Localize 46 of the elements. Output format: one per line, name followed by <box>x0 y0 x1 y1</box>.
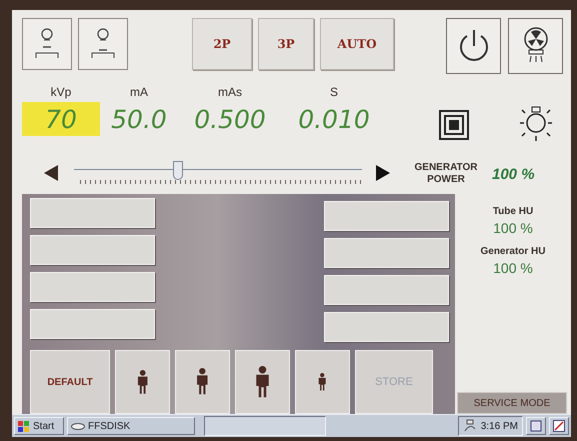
mode-button[interactable]: AUTO <box>320 18 394 70</box>
person-icon <box>136 370 148 394</box>
table-up-button[interactable] <box>22 18 72 70</box>
status-label: Tube HU <box>492 206 534 217</box>
parameter-value[interactable]: 0.500 <box>178 102 282 136</box>
clock: 3:16 PM <box>480 420 518 432</box>
window-icon <box>530 420 542 432</box>
mode-button[interactable]: 2P <box>192 18 252 70</box>
table-icon <box>89 27 117 61</box>
service-mode-button[interactable]: SERVICE MODE <box>457 392 567 414</box>
desktop-button[interactable] <box>526 417 546 435</box>
parameter-label: S <box>330 84 338 101</box>
keyboard-button[interactable] <box>549 417 569 435</box>
generator-power-value: 100 % <box>492 166 535 182</box>
patient-size-button[interactable] <box>115 350 170 414</box>
person-icon <box>255 366 270 398</box>
windows-flag-icon <box>18 420 30 432</box>
power-button[interactable] <box>446 18 501 74</box>
radiation-button[interactable] <box>508 18 563 74</box>
pen-icon <box>553 420 565 432</box>
parameter-value[interactable]: 70 <box>22 102 100 136</box>
taskbar-button[interactable]: FFSDISK <box>67 417 195 435</box>
status-value: 100 % <box>493 260 533 276</box>
text-button[interactable]: DEFAULT <box>30 350 110 414</box>
square-target-icon <box>439 110 469 140</box>
table-down-button[interactable] <box>78 18 128 70</box>
network-icon <box>462 419 477 433</box>
patient-size-button[interactable] <box>235 350 290 414</box>
person-icon <box>318 372 327 392</box>
person-icon <box>196 368 209 396</box>
table-icon <box>33 27 61 61</box>
patient-size-button[interactable] <box>175 350 230 414</box>
parameter-value[interactable]: 0.010 <box>282 102 386 136</box>
generator-power-label: GENERATOR POWER <box>414 162 478 186</box>
start-button[interactable]: Start <box>14 417 64 435</box>
disk-icon <box>71 422 85 430</box>
parameter-label: mA <box>130 84 148 101</box>
parameter-label: mAs <box>218 84 242 101</box>
lamp-icon <box>519 106 553 142</box>
slider-thumb[interactable] <box>172 161 183 180</box>
mode-button[interactable]: 3P <box>258 18 314 70</box>
status-value: 100 % <box>493 220 533 236</box>
slider-track[interactable] <box>74 161 362 187</box>
parameter-label: kVp <box>50 84 72 101</box>
parameter-value[interactable]: 50.0 <box>100 102 178 136</box>
status-label: Generator HU <box>480 246 546 257</box>
